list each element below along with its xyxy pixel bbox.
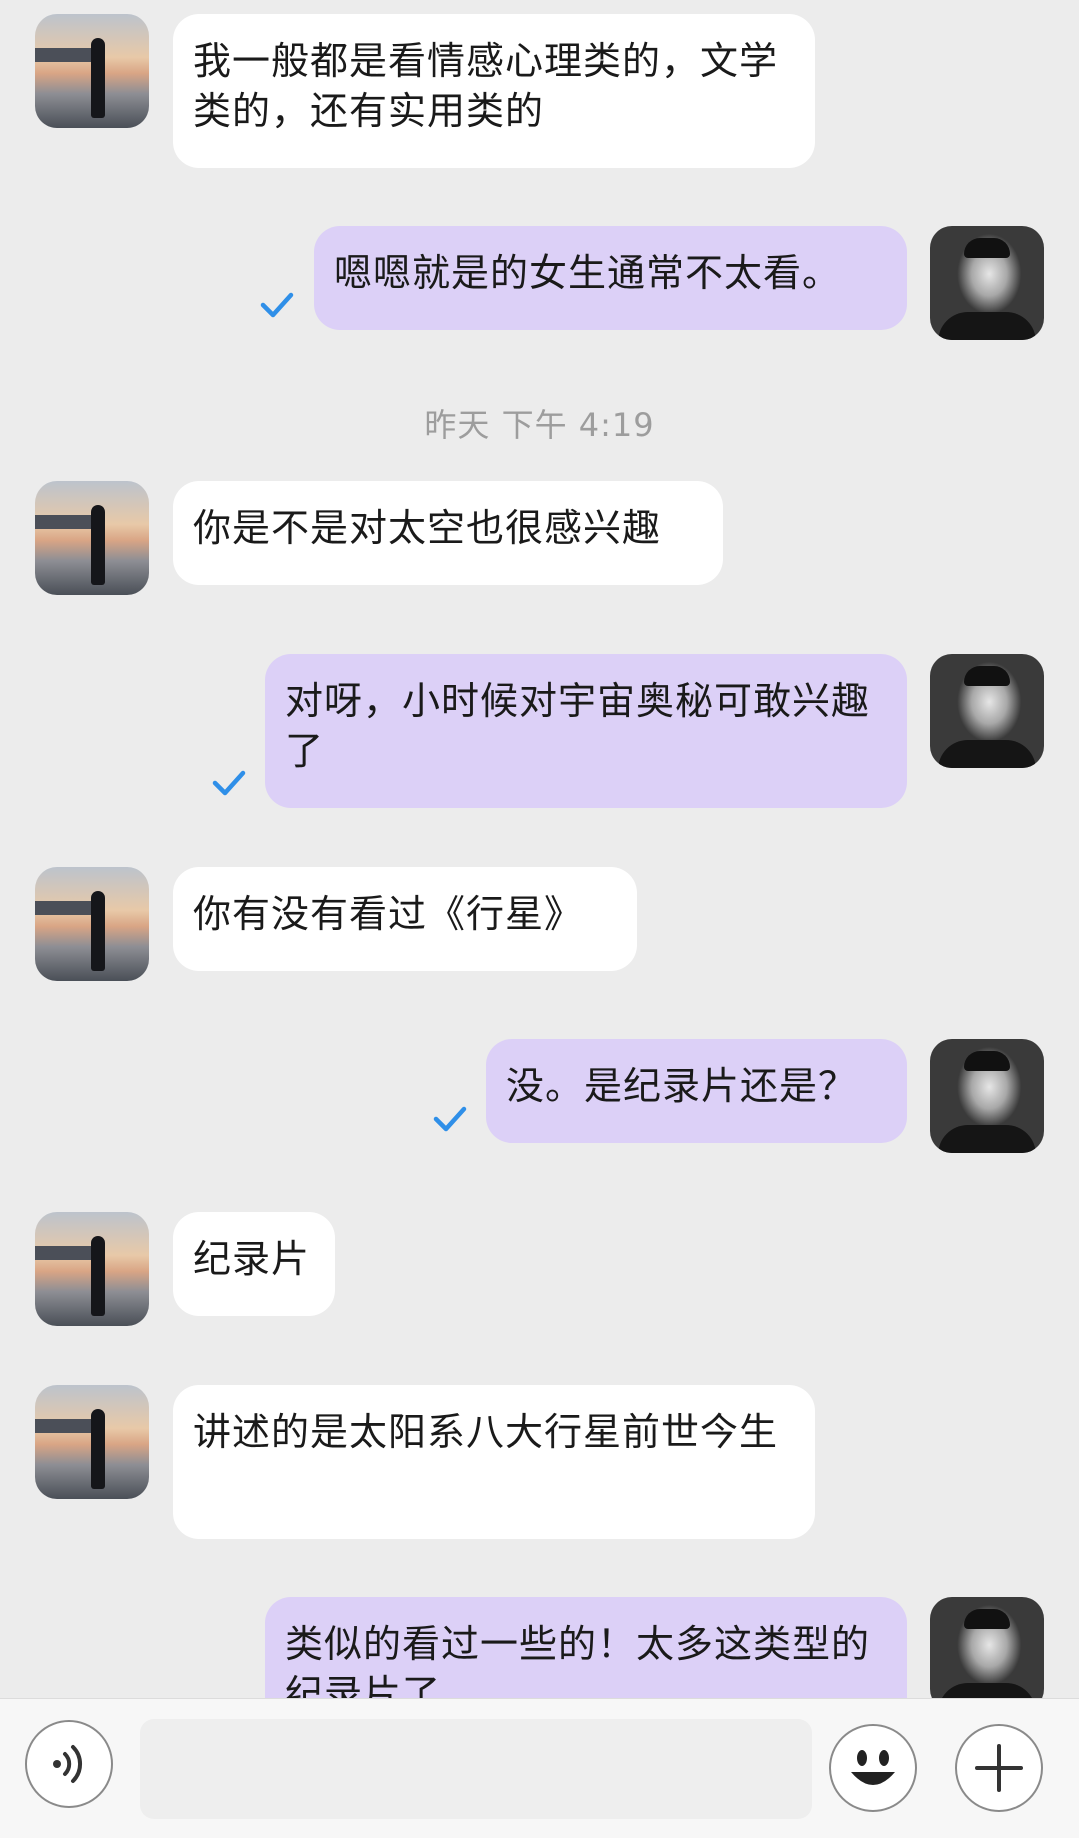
contact-avatar[interactable]: [35, 481, 149, 595]
message-bubble[interactable]: 讲述的是太阳系八大行星前世今生: [173, 1385, 815, 1539]
chat-history[interactable]: 我一般都是看情感心理类的，文学类的，还有实用类的 嗯嗯就是的女生通常不太看。 昨…: [0, 0, 1079, 1698]
voice-button[interactable]: [25, 1720, 113, 1808]
timestamp: 昨天 下午 4:19: [424, 406, 655, 444]
read-check-icon: [433, 1106, 467, 1132]
plus-icon: [975, 1744, 1023, 1792]
message-bubble[interactable]: 你有没有看过《行星》: [173, 867, 637, 971]
message-bubble[interactable]: 嗯嗯就是的女生通常不太看。: [314, 226, 907, 330]
message-bubble[interactable]: 对呀，小时候对宇宙奥秘可敢兴趣了: [265, 654, 907, 808]
message-bubble[interactable]: 你是不是对太空也很感兴趣: [173, 481, 723, 585]
emoji-icon: [851, 1750, 895, 1785]
my-avatar[interactable]: [930, 1039, 1044, 1153]
read-check-icon: [260, 292, 294, 318]
my-avatar[interactable]: [930, 654, 1044, 768]
emoji-button[interactable]: [829, 1724, 917, 1812]
message-input[interactable]: [140, 1719, 812, 1819]
my-avatar[interactable]: [930, 226, 1044, 340]
read-check-icon: [212, 770, 246, 796]
voice-icon: [53, 1745, 83, 1783]
contact-avatar[interactable]: [35, 867, 149, 981]
my-avatar[interactable]: [930, 1597, 1044, 1698]
message-bubble[interactable]: 类似的看过一些的！太多这类型的纪录片了: [265, 1597, 907, 1698]
contact-avatar[interactable]: [35, 1212, 149, 1326]
message-bubble[interactable]: 我一般都是看情感心理类的，文学类的，还有实用类的: [173, 14, 815, 168]
message-bubble[interactable]: 纪录片: [173, 1212, 335, 1316]
contact-avatar[interactable]: [35, 1385, 149, 1499]
add-button[interactable]: [955, 1724, 1043, 1812]
contact-avatar[interactable]: [35, 14, 149, 128]
input-bar: [0, 1698, 1079, 1838]
message-bubble[interactable]: 没。是纪录片还是？: [486, 1039, 907, 1143]
